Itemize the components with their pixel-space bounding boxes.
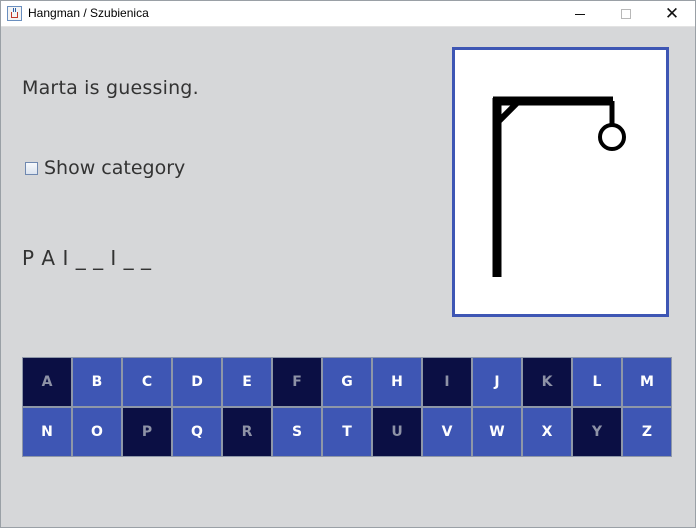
letter-key-u: U <box>372 407 422 457</box>
maximize-button[interactable] <box>603 1 649 27</box>
minimize-icon <box>575 13 585 15</box>
letter-key-q[interactable]: Q <box>172 407 222 457</box>
show-category-toggle[interactable]: Show category <box>25 157 185 179</box>
letter-key-w[interactable]: W <box>472 407 522 457</box>
letter-key-z[interactable]: Z <box>622 407 672 457</box>
title-bar[interactable]: Hangman / Szubienica ✕ <box>1 1 695 27</box>
letter-key-f: F <box>272 357 322 407</box>
maximize-icon <box>621 9 631 19</box>
close-icon: ✕ <box>664 3 680 24</box>
letter-key-a: A <box>22 357 72 407</box>
letter-keyboard: ABCDEFGHIJKLM NOPQRSTUVWXYZ <box>22 357 672 457</box>
guessed-word-display: P A I _ _ I _ _ <box>22 246 152 270</box>
letter-key-o[interactable]: O <box>72 407 122 457</box>
letter-key-p: P <box>122 407 172 457</box>
turn-status-text: Marta is guessing. <box>22 77 199 99</box>
hangman-drawing-panel <box>452 47 669 317</box>
letter-key-v[interactable]: V <box>422 407 472 457</box>
app-window: Hangman / Szubienica ✕ Marta is guessing… <box>0 0 696 528</box>
minimize-button[interactable] <box>557 1 603 27</box>
window-title: Hangman / Szubienica <box>28 6 149 20</box>
letter-key-n[interactable]: N <box>22 407 72 457</box>
hangman-drawing <box>492 96 626 277</box>
letter-key-s[interactable]: S <box>272 407 322 457</box>
show-category-checkbox[interactable] <box>25 161 38 175</box>
letter-key-l[interactable]: L <box>572 357 622 407</box>
close-button[interactable]: ✕ <box>649 1 695 27</box>
letter-key-t[interactable]: T <box>322 407 372 457</box>
letter-key-i: I <box>422 357 472 407</box>
letter-key-c[interactable]: C <box>122 357 172 407</box>
show-category-label[interactable]: Show category <box>44 157 185 179</box>
letter-key-k: K <box>522 357 572 407</box>
letter-key-b[interactable]: B <box>72 357 122 407</box>
letter-key-m[interactable]: M <box>622 357 672 407</box>
letter-key-d[interactable]: D <box>172 357 222 407</box>
letter-key-g[interactable]: G <box>322 357 372 407</box>
letter-key-y: Y <box>572 407 622 457</box>
letter-key-e[interactable]: E <box>222 357 272 407</box>
java-app-icon <box>7 6 22 21</box>
letter-key-j[interactable]: J <box>472 357 522 407</box>
hangman-head <box>598 123 626 151</box>
letter-key-h[interactable]: H <box>372 357 422 407</box>
letter-key-r: R <box>222 407 272 457</box>
letter-key-x[interactable]: X <box>522 407 572 457</box>
